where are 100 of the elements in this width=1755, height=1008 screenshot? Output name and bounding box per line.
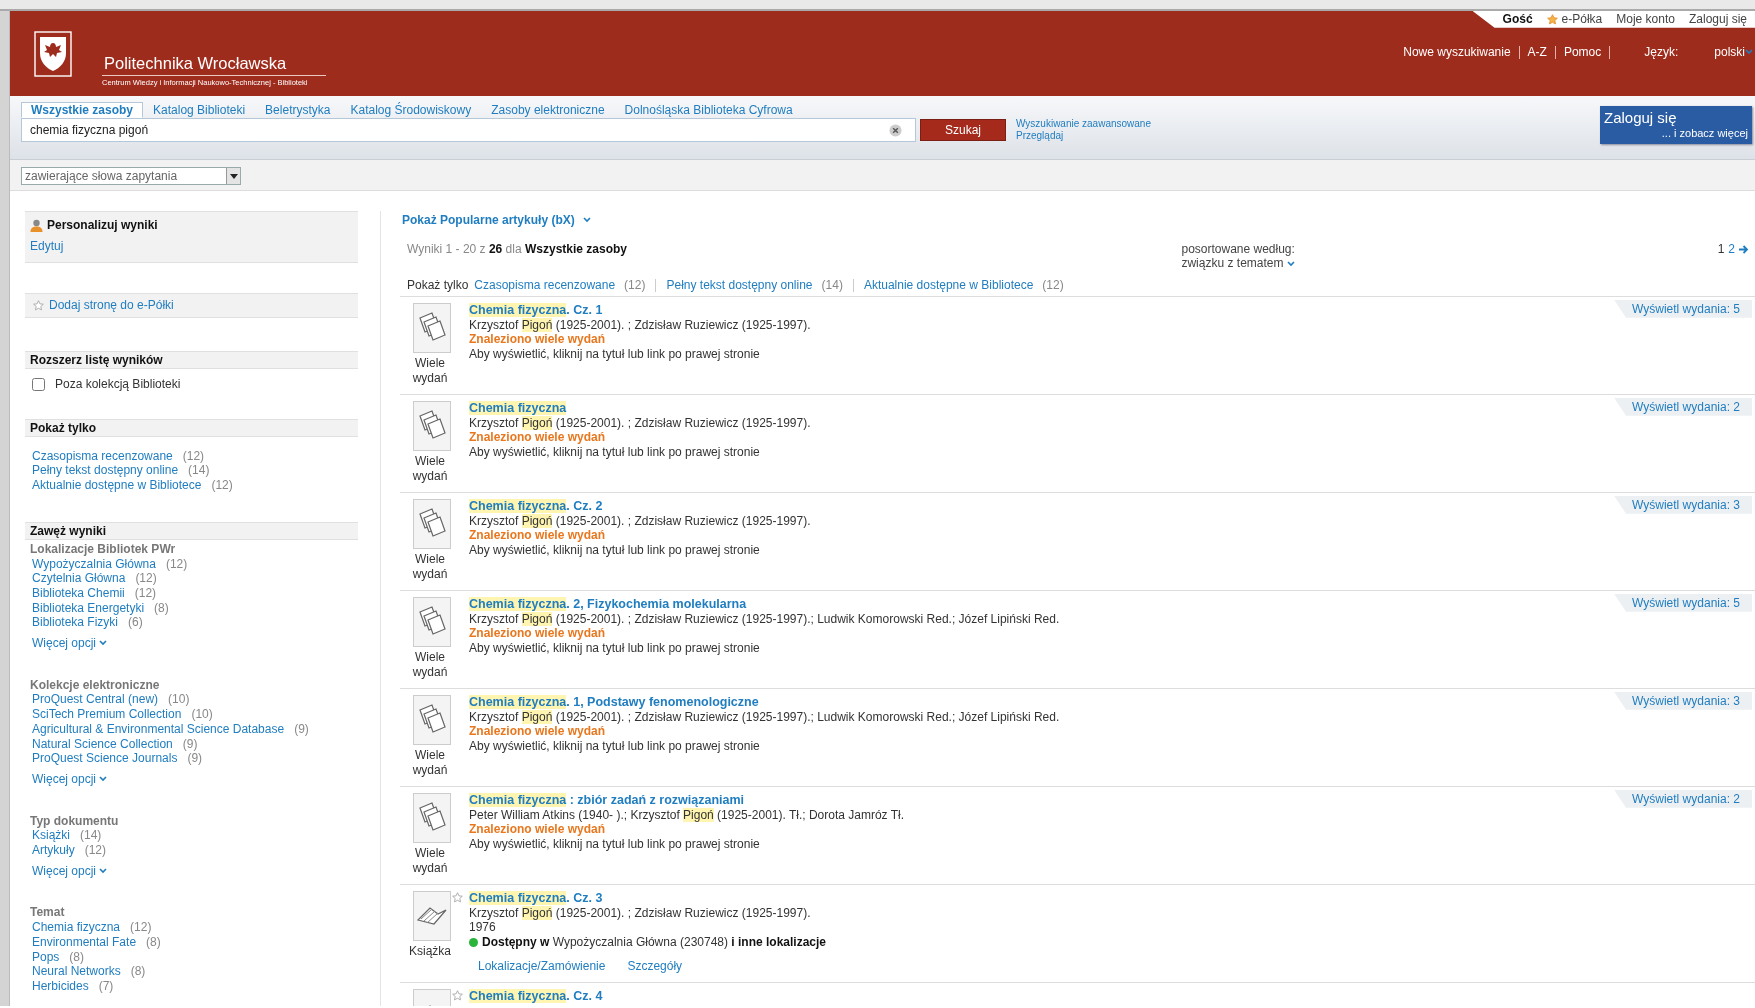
- search-button[interactable]: Szukaj: [920, 119, 1006, 141]
- shelf-link[interactable]: e-Półka: [1546, 12, 1603, 27]
- section-heading: Pokaż tylko: [25, 418, 358, 437]
- login-box[interactable]: Zaloguj się ... i zobacz więcej: [1600, 106, 1752, 144]
- add-shelf-link[interactable]: Dodaj stronę do e-Półki: [49, 298, 174, 313]
- user-link[interactable]: Moje konto: [1616, 12, 1675, 27]
- editions-link[interactable]: Wyświetl wydania: 2: [1614, 789, 1752, 808]
- search-tab[interactable]: Katalog Biblioteki: [143, 102, 256, 118]
- filter-link[interactable]: Książki: [32, 828, 70, 843]
- filter-link[interactable]: Biblioteka Chemii: [32, 585, 125, 600]
- count-text: (12): [624, 278, 646, 293]
- count-text: (8): [146, 934, 161, 949]
- editions-link[interactable]: Wyświetl wydania: 5: [1614, 299, 1752, 318]
- caret-icon: [99, 776, 108, 783]
- filter-link[interactable]: Natural Science Collection: [32, 736, 173, 751]
- popular-link[interactable]: Pokaż Popularne artykuły (bX): [402, 213, 591, 228]
- section-heading: Zawęż wyniki: [25, 521, 358, 540]
- page-link[interactable]: 2: [1728, 241, 1735, 257]
- hint-text: Aby wyświetlić, kliknij na tytuł lub link po prawej stronie: [469, 836, 761, 852]
- section-heading: Rozszerz listę wyników: [25, 351, 358, 369]
- result-title-link[interactable]: Chemia fizyczna. 2, Fizykochemia molekularna: [469, 596, 747, 611]
- nav-link[interactable]: A-Z: [1527, 44, 1547, 60]
- count-text: (8): [130, 964, 146, 979]
- filter-link[interactable]: Aktualnie dostępne w Bibliotece: [32, 478, 202, 493]
- filter-link[interactable]: Czasopisma recenzowane: [32, 448, 173, 463]
- notice-text: Znaleziono wiele wydań: [469, 724, 607, 739]
- thumbnail[interactable]: [413, 792, 451, 843]
- filter-link[interactable]: Wypożyczalnia Główna: [32, 556, 156, 571]
- filter-link[interactable]: ProQuest Science Journals: [32, 751, 178, 766]
- search-tab[interactable]: Wszystkie zasoby: [21, 102, 144, 118]
- star-icon: [33, 300, 44, 311]
- editions-link[interactable]: Wyświetl wydania: 5: [1614, 593, 1752, 612]
- filter-link[interactable]: Pełny tekst dostępny online: [666, 278, 813, 293]
- search-field[interactable]: chemia fizyczna pigoń: [21, 118, 916, 142]
- thumbnail[interactable]: [413, 498, 451, 549]
- thumbnail[interactable]: [413, 596, 451, 647]
- filter-link[interactable]: Biblioteka Energetyki: [32, 600, 145, 615]
- filter-link[interactable]: Agricultural & Environmental Science Database: [32, 721, 285, 736]
- result-title-link[interactable]: Chemia fizyczna. 1, Podstawy fenomenologiczne: [469, 694, 759, 709]
- count-text: (12): [1042, 278, 1064, 293]
- item-link[interactable]: Lokalizacje/Zamówienie: [478, 958, 606, 974]
- search-tab[interactable]: Dolnośląska Biblioteka Cyfrowa: [614, 102, 803, 118]
- search-tab[interactable]: Zasoby elektroniczne: [481, 102, 615, 118]
- notice-text: Znaleziono wiele wydań: [469, 332, 607, 347]
- page-link[interactable]: 1: [1717, 241, 1725, 257]
- filter-link[interactable]: Pops: [32, 949, 60, 964]
- filter-link[interactable]: Chemia fizyczna: [32, 920, 121, 935]
- count-text: (12): [134, 585, 157, 600]
- next-arrow-icon: [1739, 244, 1749, 254]
- more-options-link[interactable]: Więcej opcji: [32, 863, 108, 879]
- search-link[interactable]: Przeglądaj: [1016, 130, 1151, 142]
- type-label: Wiele wydań: [411, 747, 449, 778]
- editions-link[interactable]: Wyświetl wydania: 3: [1614, 495, 1752, 514]
- group-title: Kolekcje elektroniczne: [29, 677, 161, 693]
- filter-link[interactable]: Pełny tekst dostępny online: [32, 463, 179, 478]
- user-link[interactable]: Zaloguj się: [1688, 12, 1747, 27]
- search-link[interactable]: Wyszukiwanie zaawansowane: [1016, 118, 1151, 130]
- language-select[interactable]: polski: [1714, 44, 1753, 60]
- filter-link[interactable]: Artykuły: [32, 843, 75, 858]
- filter-link[interactable]: Biblioteka Fizyki: [32, 615, 119, 630]
- item-link[interactable]: Szczegóły: [627, 958, 683, 974]
- filter-link[interactable]: Herbicides: [32, 979, 89, 993]
- type-label: Wiele wydań: [411, 355, 449, 386]
- filter-link[interactable]: Czasopisma recenzowane: [474, 278, 616, 293]
- sort-select[interactable]: związku z tematem: [1181, 256, 1296, 272]
- more-options-link[interactable]: Więcej opcji: [32, 771, 108, 787]
- author-text: Krzysztof Pigoń (1925-2001). ; Zdzisław Ruziewicz (1925-1997).: [469, 513, 812, 529]
- filter-link[interactable]: ProQuest Central (new): [32, 692, 159, 707]
- count-text: (10): [191, 707, 213, 722]
- more-options-link[interactable]: Więcej opcji: [32, 636, 108, 651]
- nav-link[interactable]: Nowe wyszukiwanie: [1403, 44, 1511, 60]
- filter-link[interactable]: Neural Networks: [32, 964, 121, 979]
- notice-text: Znaleziono wiele wydań: [469, 822, 607, 837]
- editions-link[interactable]: Wyświetl wydania: 3: [1614, 691, 1752, 710]
- availability-text: Dostępny w Wypożyczalnia Główna (230748) i inne lokalizacje: [482, 934, 827, 950]
- login-subtitle: ... i zobacz więcej: [1660, 127, 1748, 140]
- thumbnail[interactable]: [413, 302, 451, 353]
- filter-link[interactable]: Aktualnie dostępne w Bibliotece: [863, 278, 1034, 293]
- result-title-link[interactable]: Chemia fizyczna : zbiór zadań z rozwiązaniami: [469, 792, 745, 807]
- language-label: Język:: [1644, 44, 1679, 60]
- thumbnail[interactable]: [413, 890, 451, 941]
- count-text: (7): [98, 979, 114, 993]
- scope-select[interactable]: zawierające słowa zapytania: [21, 167, 241, 185]
- search-tab[interactable]: Beletrystyka: [255, 102, 341, 118]
- filter-link[interactable]: Environmental Fate: [32, 934, 137, 949]
- filter-link[interactable]: SciTech Premium Collection: [32, 707, 182, 722]
- caret-icon: [1745, 49, 1753, 56]
- editions-link[interactable]: Wyświetl wydania: 2: [1614, 397, 1752, 416]
- author-text: Krzysztof Pigoń (1925-2001). ; Zdzisław Ruziewicz (1925-1997).; Ludwik Komorowski Red.; Józef Lipiński Red.: [469, 611, 1061, 627]
- thumbnail[interactable]: [413, 400, 451, 451]
- count-text: (14): [80, 828, 102, 843]
- nav-link[interactable]: Pomoc: [1563, 44, 1602, 60]
- result-title-link[interactable]: Chemia fizyczna: [469, 400, 567, 415]
- filter-link[interactable]: Czytelnia Główna: [32, 571, 126, 586]
- type-label: Wiele wydań: [411, 845, 449, 876]
- thumbnail[interactable]: [413, 694, 451, 745]
- hint-text: Aby wyświetlić, kliknij na tytuł lub link po prawej stronie: [469, 640, 761, 656]
- edit-link[interactable]: Edytuj: [30, 238, 64, 254]
- search-tab[interactable]: Katalog Środowiskowy: [340, 102, 482, 118]
- checkbox[interactable]: [32, 377, 45, 391]
